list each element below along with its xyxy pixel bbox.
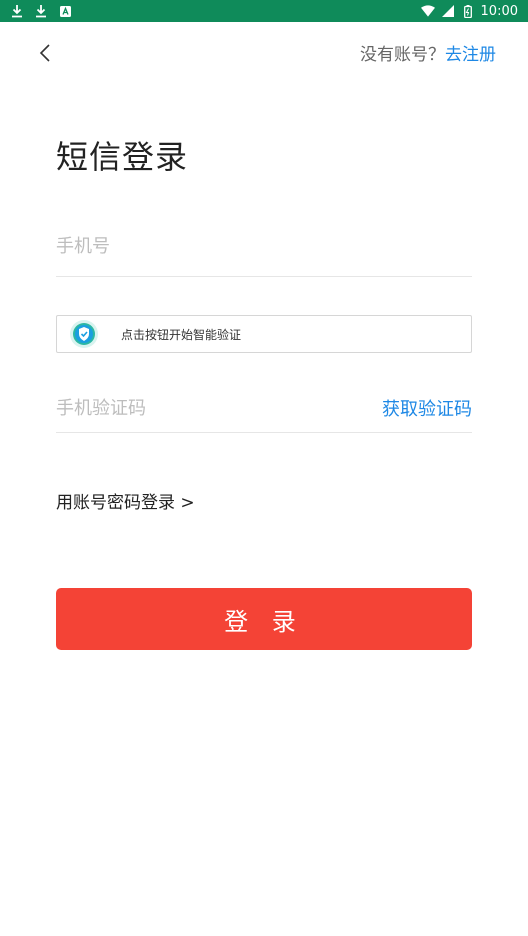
- notification-icons: [0, 4, 72, 18]
- download-icon: [34, 4, 48, 18]
- phone-input[interactable]: [56, 236, 356, 257]
- login-button[interactable]: 登 录: [56, 588, 472, 650]
- app-notification-icon: [58, 4, 72, 18]
- captcha-text: 点击按钮开始智能验证: [121, 327, 242, 342]
- password-login-link[interactable]: 用账号密码登录 >: [56, 488, 195, 513]
- back-button[interactable]: [30, 38, 60, 68]
- shield-icon: [67, 317, 101, 351]
- code-field: 获取验证码: [56, 384, 472, 433]
- battery-icon: [461, 4, 475, 18]
- register-prompt: 没有账号？去注册: [360, 40, 496, 65]
- page-title: 短信登录: [56, 138, 189, 176]
- clock: 10:00: [480, 3, 518, 19]
- phone-field: [56, 226, 472, 277]
- register-link[interactable]: 去注册: [445, 45, 496, 65]
- top-bar: 没有账号？去注册: [0, 22, 528, 80]
- wifi-icon: [420, 4, 435, 18]
- status-bar: 10:00: [0, 0, 528, 22]
- download-icon: [10, 4, 24, 18]
- chevron-left-icon: [39, 44, 50, 62]
- no-account-text: 没有账号？: [360, 45, 445, 65]
- get-code-button[interactable]: 获取验证码: [382, 395, 472, 421]
- signal-icon: [441, 4, 455, 18]
- smart-captcha-button[interactable]: 点击按钮开始智能验证: [56, 315, 472, 353]
- verification-code-input[interactable]: [56, 397, 356, 419]
